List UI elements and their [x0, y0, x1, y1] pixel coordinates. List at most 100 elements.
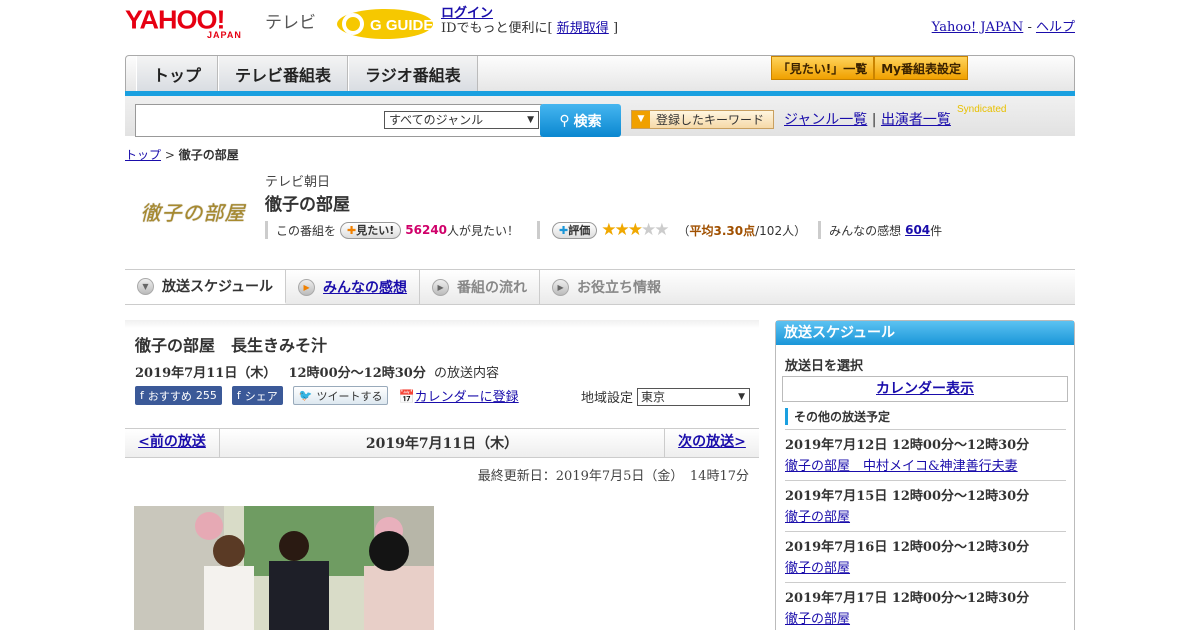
episode-date-value: 2019年7月11日（木） — [135, 366, 277, 381]
my-schedule-button[interactable]: My番組表設定 — [874, 56, 968, 80]
yahoo-japan-link[interactable]: Yahoo! JAPAN — [932, 20, 1024, 35]
login-note: IDでもっと便利に[ — [441, 21, 553, 36]
list-item-date: 2019年7月16日 12時00分～12時30分 — [785, 540, 1030, 555]
keyword-button[interactable]: ▼ 登録したキーワード — [631, 110, 774, 129]
yahoo-japan-logo[interactable]: YAHOO! JAPAN — [125, 6, 265, 42]
plus-icon: ✚ — [559, 223, 569, 237]
gguide-text: G GUIDE — [370, 17, 433, 34]
facebook-recommend-button[interactable]: f おすすめ 255 — [135, 386, 222, 405]
facebook-icon: f — [140, 389, 144, 402]
list-item: 2019年7月15日 12時00分～12時30分 徹子の部屋 — [785, 480, 1066, 531]
region-setting: 地域設定 東京 — [581, 387, 751, 406]
prev-broadcast-link[interactable]: <前の放送 — [138, 434, 206, 450]
program-meta: この番組を ✚ 見たい! 56240 人が見たい！ ✚ 評価 ★★★★★ （ 平… — [265, 220, 943, 240]
list-item-link[interactable]: 徹子の部屋 — [785, 510, 850, 525]
nav-tab-top[interactable]: トップ — [136, 56, 219, 91]
recommend-label: おすすめ — [147, 389, 192, 403]
social-buttons: f おすすめ 255 f シェア 🐦 ツイートする 📅カレンダーに登録 — [135, 386, 519, 405]
mitai-suffix: 人が見たい！ — [447, 223, 520, 238]
cast-list-link[interactable]: 出演者一覧 — [881, 112, 951, 128]
register-link[interactable]: 新規取得 — [557, 21, 609, 36]
search-button[interactable]: ⚲ 検索 — [540, 104, 621, 137]
nav-tab-tv[interactable]: テレビ番組表 — [218, 56, 349, 91]
schedule-sidebar: 放送スケジュール 放送日を選択 カレンダー表示 その他の放送予定 2019年7月… — [775, 320, 1075, 630]
calendar-plus-icon: 📅 — [398, 390, 415, 405]
help-link[interactable]: ヘルプ — [1036, 20, 1075, 35]
mitai-button-label: 見たい! — [356, 224, 395, 237]
global-nav: トップ テレビ番組表 ラジオ番組表 「見たい!」一覧 My番組表設定 — [125, 55, 1075, 91]
twitter-icon: 🐦 — [298, 389, 313, 402]
service-name: テレビ — [265, 13, 316, 33]
impressions-suffix: 件 — [930, 223, 943, 238]
tab-flow-label: 番組の流れ — [457, 280, 528, 296]
sidebar-header: 放送スケジュール — [776, 321, 1074, 345]
episode-date-suffix: の放送内容 — [433, 366, 499, 381]
logo-sub: JAPAN — [207, 30, 242, 40]
breadcrumb-current: 徹子の部屋 — [178, 148, 239, 162]
calendar-button[interactable]: カレンダー表示 — [782, 376, 1068, 402]
list-item-link[interactable]: 徹子の部屋 中村メイコ&神津善行夫妻 — [785, 459, 1018, 474]
mitai-button[interactable]: ✚ 見たい! — [340, 221, 402, 239]
genre-select[interactable]: すべてのジャンル — [384, 111, 539, 129]
header-links: Yahoo! JAPAN - ヘルプ — [932, 16, 1075, 35]
station-name: テレビ朝日 — [265, 175, 331, 190]
play-icon: ▶ — [552, 278, 570, 296]
last-updated: 最終更新日：2019年7月5日（金） 14時17分 — [477, 469, 749, 484]
list-item-date: 2019年7月17日 12時00分～12時30分 — [785, 591, 1030, 606]
tab-flow: ▶ 番組の流れ — [420, 270, 541, 304]
play-icon: ▶ — [432, 278, 450, 296]
login-link[interactable]: ログイン — [441, 6, 493, 21]
broadcast-nav: <前の放送 2019年7月11日（木） 次の放送> — [125, 428, 759, 458]
keyword-label: 登録したキーワード — [656, 113, 765, 127]
current-broadcast-date: 2019年7月11日（木） — [365, 436, 519, 452]
list-item-date: 2019年7月12日 12時00分～12時30分 — [785, 438, 1030, 453]
rate-button[interactable]: ✚ 評価 — [552, 221, 598, 239]
region-select[interactable]: 東京 — [637, 387, 751, 406]
list-item: 2019年7月17日 12時00分～12時30分 徹子の部屋 — [785, 582, 1066, 630]
syndicated-label: Syndicated — [957, 104, 1007, 115]
recommend-count: 255 — [195, 389, 217, 402]
calendar-link: カレンダー表示 — [876, 381, 974, 397]
list-item-link[interactable]: 徹子の部屋 — [785, 561, 850, 576]
facebook-icon: f — [236, 389, 241, 402]
mitai-count: 56240 — [405, 223, 448, 237]
calendar-register[interactable]: 📅カレンダーに登録 — [398, 386, 518, 405]
search-button-label: 検索 — [573, 113, 602, 130]
facebook-share-button[interactable]: f シェア — [231, 386, 283, 405]
dropdown-arrow-icon: ▼ — [632, 111, 650, 128]
list-item-date: 2019年7月15日 12時00分～12時30分 — [785, 489, 1030, 504]
avg-open: （ — [677, 223, 690, 238]
list-item-link[interactable]: 徹子の部屋 — [785, 612, 850, 627]
breadcrumb-top[interactable]: トップ — [125, 148, 161, 162]
genre-list-link[interactable]: ジャンル一覧 — [784, 112, 867, 128]
header-sep: - — [1027, 20, 1032, 35]
star-empty-icon: ★ — [654, 220, 669, 240]
star-icon: ★ — [627, 220, 643, 240]
nav-tab-radio[interactable]: ラジオ番組表 — [348, 56, 478, 91]
tweet-button[interactable]: 🐦 ツイートする — [292, 386, 389, 405]
tab-impressions[interactable]: ▶ みんなの感想 — [286, 270, 421, 304]
tweet-label: ツイートする — [316, 389, 383, 403]
episode-photo — [134, 506, 434, 630]
program-logo-text: 徹子の部屋 — [140, 200, 246, 225]
impressions-count[interactable]: 604 — [905, 223, 930, 237]
list-item: 2019年7月12日 12時00分～12時30分 徹子の部屋 中村メイコ&神津善… — [785, 429, 1066, 480]
breadcrumb-sep: > — [164, 148, 175, 162]
search-icon: ⚲ — [559, 112, 570, 129]
list-item: 2019年7月16日 12時00分～12時30分 徹子の部屋 — [785, 531, 1066, 582]
rate-button-label: 評価 — [568, 224, 591, 237]
tab-schedule[interactable]: ▼ 放送スケジュール — [125, 270, 287, 304]
next-broadcast-link[interactable]: 次の放送> — [678, 434, 746, 450]
impressions-label: みんなの感想 — [829, 223, 902, 238]
select-date-label: 放送日を選択 — [785, 359, 864, 374]
tab-impressions-label: みんなの感想 — [323, 280, 408, 296]
episode-title: 徹子の部屋 長生きみそ汁 — [135, 336, 328, 355]
episode-header: 徹子の部屋 長生きみそ汁 2019年7月11日（木） 12時00分～12時30分… — [125, 320, 759, 384]
breadcrumb: トップ > 徹子の部屋 — [125, 146, 239, 163]
episode-time-value: 12時00分～12時30分 — [288, 366, 426, 381]
avg-rating: 平均3.30点 — [689, 223, 756, 238]
plus-icon: ✚ — [347, 223, 357, 237]
share-label: シェア — [244, 389, 278, 403]
search-bar: すべてのジャンル ⚲ 検索 ▼ 登録したキーワード ジャンル一覧 | 出演者一覧… — [125, 96, 1075, 137]
mitai-list-button[interactable]: 「見たい!」一覧 — [770, 56, 875, 80]
